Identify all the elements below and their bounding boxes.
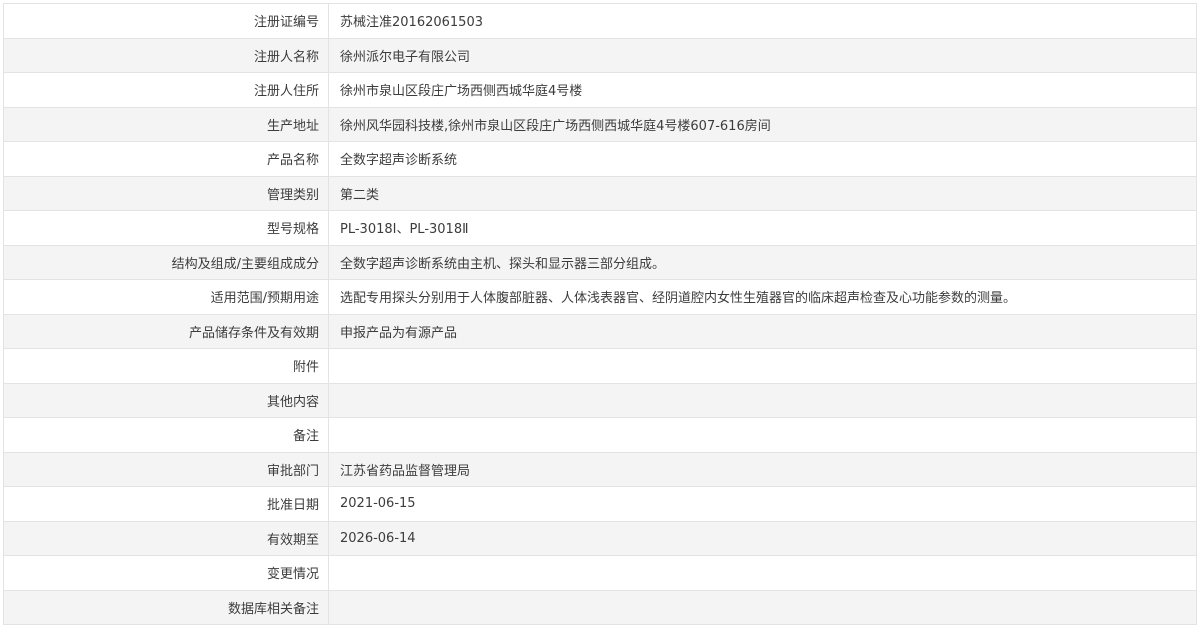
row-value: 申报产品为有源产品 xyxy=(328,313,1197,349)
table-row: 注册证编号 苏械注准20162061503 xyxy=(3,3,1197,39)
row-label: 附件 xyxy=(3,348,329,384)
table-row: 型号规格 PL-3018Ⅰ、PL-3018Ⅱ xyxy=(3,210,1197,246)
row-label: 产品储存条件及有效期 xyxy=(3,313,329,349)
row-value: 苏械注准20162061503 xyxy=(328,3,1197,39)
table-row: 注册人住所 徐州市泉山区段庄广场西侧西城华庭4号楼 xyxy=(3,72,1197,108)
table-row: 其他内容 xyxy=(3,382,1197,418)
row-label: 注册证编号 xyxy=(3,3,329,39)
table-row: 生产地址 徐州风华园科技楼,徐州市泉山区段庄广场西侧西城华庭4号楼607-616… xyxy=(3,106,1197,142)
row-value: 全数字超声诊断系统由主机、探头和显示器三部分组成。 xyxy=(328,244,1197,280)
row-label: 型号规格 xyxy=(3,210,329,246)
table-row: 变更情况 xyxy=(3,555,1197,591)
table-row: 备注 xyxy=(3,417,1197,453)
row-label: 管理类别 xyxy=(3,175,329,211)
table-row: 管理类别 第二类 xyxy=(3,175,1197,211)
row-label: 生产地址 xyxy=(3,106,329,142)
row-label: 数据库相关备注 xyxy=(3,589,329,625)
row-value: 第二类 xyxy=(328,175,1197,211)
row-value: PL-3018Ⅰ、PL-3018Ⅱ xyxy=(328,210,1197,246)
row-value: 徐州派尔电子有限公司 xyxy=(328,37,1197,73)
registration-detail-table: 注册证编号 苏械注准20162061503 注册人名称 徐州派尔电子有限公司 注… xyxy=(3,3,1197,625)
row-value: 2021-06-15 xyxy=(328,486,1197,522)
table-row: 产品储存条件及有效期 申报产品为有源产品 xyxy=(3,313,1197,349)
row-label: 适用范围/预期用途 xyxy=(3,279,329,315)
row-label: 注册人名称 xyxy=(3,37,329,73)
row-value xyxy=(328,348,1197,384)
row-label: 结构及组成/主要组成成分 xyxy=(3,244,329,280)
row-label: 其他内容 xyxy=(3,382,329,418)
row-value xyxy=(328,382,1197,418)
table-row: 适用范围/预期用途 选配专用探头分别用于人体腹部脏器、人体浅表器官、经阴道腔内女… xyxy=(3,279,1197,315)
row-value: 全数字超声诊断系统 xyxy=(328,141,1197,177)
row-label: 批准日期 xyxy=(3,486,329,522)
row-value: 徐州市泉山区段庄广场西侧西城华庭4号楼 xyxy=(328,72,1197,108)
row-label: 产品名称 xyxy=(3,141,329,177)
row-label: 审批部门 xyxy=(3,451,329,487)
row-label: 注册人住所 xyxy=(3,72,329,108)
table-row: 产品名称 全数字超声诊断系统 xyxy=(3,141,1197,177)
table-row: 审批部门 江苏省药品监督管理局 xyxy=(3,451,1197,487)
row-value xyxy=(328,589,1197,625)
table-row: 注册人名称 徐州派尔电子有限公司 xyxy=(3,37,1197,73)
table-row: 结构及组成/主要组成成分 全数字超声诊断系统由主机、探头和显示器三部分组成。 xyxy=(3,244,1197,280)
row-value: 2026-06-14 xyxy=(328,520,1197,556)
table-row: 数据库相关备注 xyxy=(3,589,1197,625)
row-value: 江苏省药品监督管理局 xyxy=(328,451,1197,487)
table-row: 附件 xyxy=(3,348,1197,384)
row-label: 变更情况 xyxy=(3,555,329,591)
row-value xyxy=(328,417,1197,453)
row-value xyxy=(328,555,1197,591)
row-label: 有效期至 xyxy=(3,520,329,556)
row-value: 选配专用探头分别用于人体腹部脏器、人体浅表器官、经阴道腔内女性生殖器官的临床超声… xyxy=(328,279,1197,315)
row-value: 徐州风华园科技楼,徐州市泉山区段庄广场西侧西城华庭4号楼607-616房间 xyxy=(328,106,1197,142)
table-row: 有效期至 2026-06-14 xyxy=(3,520,1197,556)
table-row: 批准日期 2021-06-15 xyxy=(3,486,1197,522)
row-label: 备注 xyxy=(3,417,329,453)
